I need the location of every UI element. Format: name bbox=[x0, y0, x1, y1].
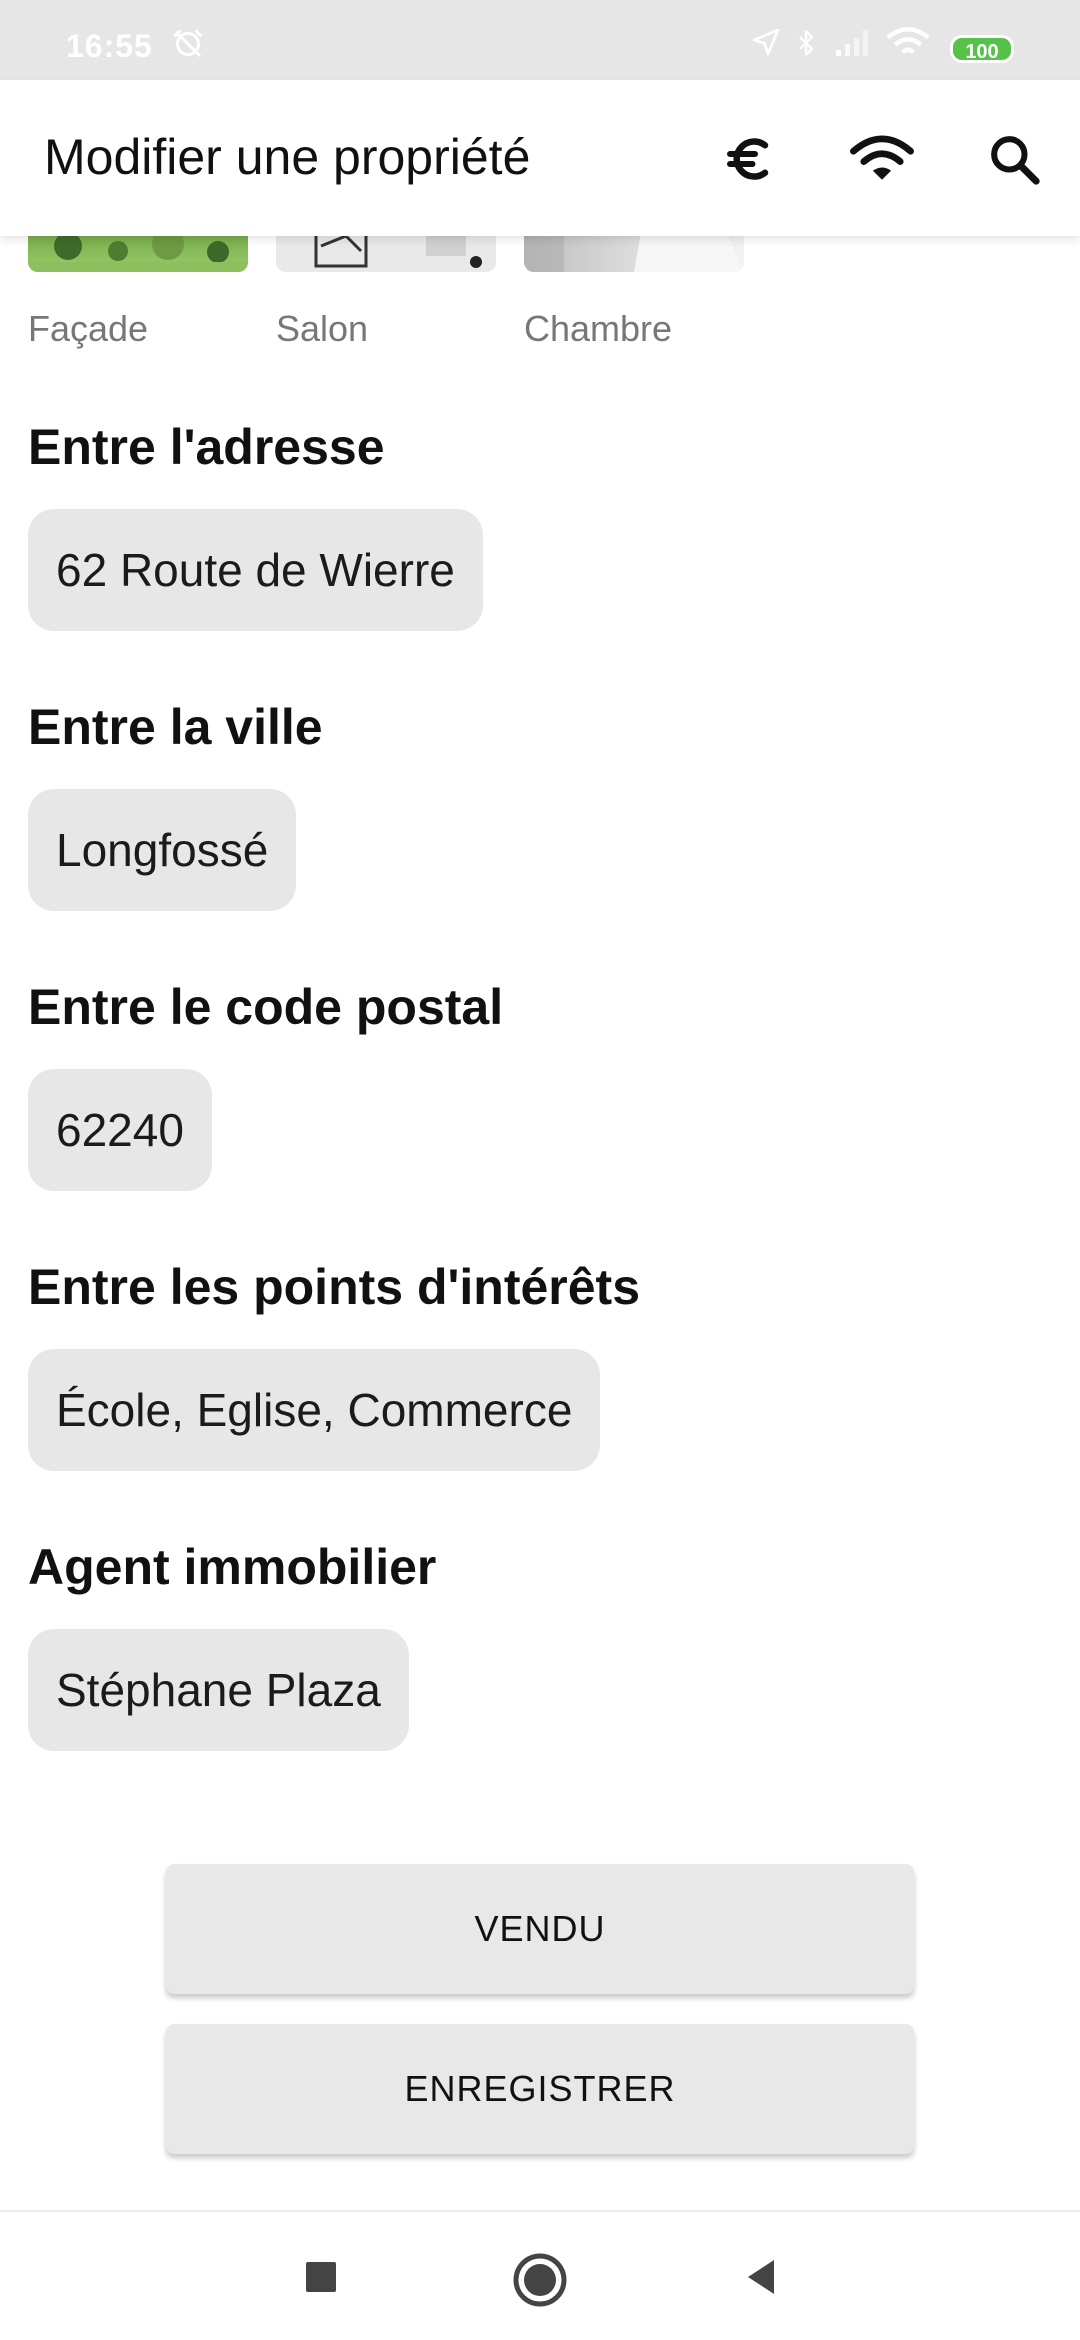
photo-facade[interactable] bbox=[28, 236, 248, 272]
city-label: Entre la ville bbox=[28, 699, 323, 755]
photo-salon[interactable] bbox=[276, 236, 496, 272]
bluetooth-icon bbox=[792, 26, 820, 65]
wifi-status-icon bbox=[886, 26, 930, 65]
euro-icon[interactable] bbox=[715, 124, 785, 194]
address-field[interactable]: 62 Route de Wierre bbox=[28, 509, 483, 631]
save-button[interactable]: ENREGISTRER bbox=[166, 2024, 914, 2154]
status-bar: 16:55 100 bbox=[0, 0, 1080, 80]
postal-code-label: Entre le code postal bbox=[28, 979, 504, 1035]
search-icon[interactable] bbox=[979, 124, 1049, 194]
status-time: 16:55 bbox=[66, 28, 153, 64]
signal-icon bbox=[834, 26, 874, 63]
photo-caption-chambre: Chambre bbox=[524, 308, 673, 349]
navigation-bar bbox=[0, 2210, 1080, 2340]
property-form[interactable]: Façade Salon Chambre Entre l'adresse 62 … bbox=[0, 236, 1080, 2210]
points-of-interest-field[interactable]: École, Eglise, Commerce bbox=[28, 1349, 601, 1471]
alarm-off-icon bbox=[170, 26, 206, 67]
back-icon[interactable] bbox=[736, 2252, 786, 2307]
photo-caption-facade: Façade bbox=[28, 308, 149, 349]
postal-code-field[interactable]: 62240 bbox=[28, 1069, 212, 1191]
wifi-icon[interactable] bbox=[847, 124, 917, 194]
points-of-interest-label: Entre les points d'intérêts bbox=[28, 1259, 641, 1315]
address-label: Entre l'adresse bbox=[28, 419, 385, 475]
city-field[interactable]: Longfossé bbox=[28, 789, 297, 911]
recents-icon[interactable] bbox=[296, 2252, 346, 2307]
agent-label: Agent immobilier bbox=[28, 1539, 437, 1595]
agent-field[interactable]: Stéphane Plaza bbox=[28, 1629, 409, 1751]
sold-button[interactable]: VENDU bbox=[166, 1864, 914, 1994]
location-icon bbox=[750, 26, 782, 63]
home-icon[interactable] bbox=[512, 2252, 568, 2313]
battery-indicator: 100 bbox=[950, 35, 1014, 63]
page-title: Modifier une propriété bbox=[44, 129, 531, 185]
photo-caption-salon: Salon bbox=[276, 308, 369, 349]
app-bar: Modifier une propriété bbox=[0, 80, 1080, 236]
photo-chambre[interactable] bbox=[524, 236, 744, 272]
